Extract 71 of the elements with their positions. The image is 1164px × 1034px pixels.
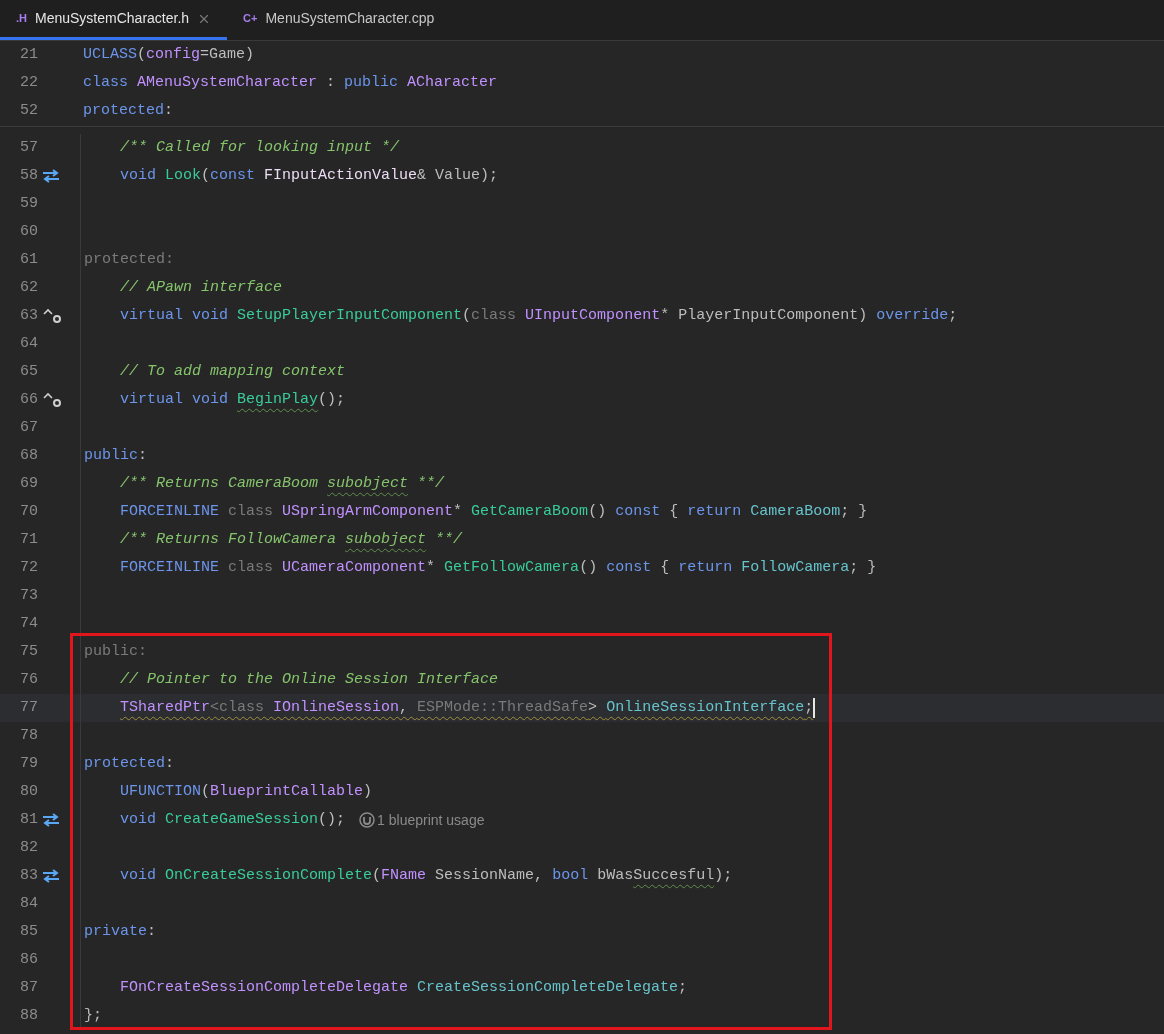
line-number: 73 (19, 585, 38, 606)
override-caret-icon[interactable] (42, 308, 62, 324)
editor-tab[interactable]: C+ MenuSystemCharacter.cpp (227, 0, 451, 40)
line-number: 67 (19, 417, 38, 438)
line-number: 85 (19, 921, 38, 942)
line-number: 88 (19, 1005, 38, 1026)
line-number: 68 (19, 445, 38, 466)
line-number: 64 (19, 333, 38, 354)
line-number: 86 (19, 949, 38, 970)
line-number: 57 (19, 137, 38, 158)
line-number: 76 (19, 669, 38, 690)
usage-hint[interactable]: 1 blueprint usage (377, 809, 485, 831)
code-line: class AMenuSystemCharacter : public ACharacter (83, 72, 498, 93)
line-number: 81 (19, 809, 38, 830)
code-line: FORCEINLINE class UCameraComponent* GetFollowCamera() const { return FollowCamera; } (120, 557, 877, 578)
code-line: // APawn interface (120, 277, 283, 298)
file-type-label: C+ (243, 11, 258, 27)
code-line: protected: (84, 753, 175, 774)
implemented-arrows-icon[interactable] (42, 869, 60, 883)
line-number: 52 (19, 100, 38, 121)
code-line: FORCEINLINE class USpringArmComponent* GetCameraBoom() const { return CameraBoom; } (120, 501, 868, 522)
line-number: 80 (19, 781, 38, 802)
code-line: void CreateGameSession(); (120, 809, 346, 830)
code-line: // Pointer to the Online Session Interface (120, 669, 499, 690)
code-line: UCLASS(config=Game) (83, 44, 255, 65)
code-line: void Look(const FInputActionValue& Value); (120, 165, 499, 186)
line-number: 74 (19, 613, 38, 634)
line-number: 87 (19, 977, 38, 998)
line-number: 59 (19, 193, 38, 214)
code-line: protected: (83, 100, 174, 121)
line-number: 63 (19, 305, 38, 326)
line-number: 83 (19, 865, 38, 886)
code-line: protected: (84, 249, 174, 270)
code-line: /** Returns CameraBoom subobject **/ (120, 473, 445, 494)
line-number: 22 (19, 72, 38, 93)
code-line: UFUNCTION(BlueprintCallable) (120, 781, 373, 802)
line-number: 69 (19, 473, 38, 494)
line-number: 79 (19, 753, 38, 774)
line-number: 78 (19, 725, 38, 746)
implemented-arrows-icon[interactable] (42, 813, 60, 827)
code-line: public: (84, 641, 147, 662)
file-type-label: .H (16, 11, 27, 27)
implemented-arrows-icon[interactable] (42, 169, 60, 183)
line-number: 21 (19, 44, 38, 65)
line-number: 66 (19, 389, 38, 410)
line-number: 70 (19, 501, 38, 522)
unreal-logo-icon (359, 812, 376, 828)
line-number: 84 (19, 893, 38, 914)
code-line: virtual void SetupPlayerInputComponent(class UInputComponent* PlayerInputComponent) override; (120, 305, 958, 326)
line-number: 60 (19, 221, 38, 242)
editor-tab[interactable]: .H MenuSystemCharacter.h (0, 0, 228, 40)
code-line: virtual void BeginPlay(); (120, 389, 346, 410)
code-line: private: (84, 921, 157, 942)
code-line: FOnCreateSessionCompleteDelegate CreateSessionCompleteDelegate; (120, 977, 688, 998)
line-number: 77 (19, 697, 38, 718)
code-line: }; (84, 1005, 102, 1026)
code-line: public: (84, 445, 148, 466)
line-number: 58 (19, 165, 38, 186)
code-line: void OnCreateSessionComplete(FName SessionName, bool bWasSuccesful); (120, 865, 733, 886)
code-line: // To add mapping context (120, 361, 346, 382)
line-number: 65 (19, 361, 38, 382)
code-line: TSharedPtr<class IOnlineSession, ESPMode::ThreadSafe> OnlineSessionInterface; (120, 697, 814, 718)
line-number: 72 (19, 557, 38, 578)
line-number: 75 (19, 641, 38, 662)
code-line: /** Called for looking input */ (120, 137, 400, 158)
line-number: 82 (19, 837, 38, 858)
line-number: 71 (19, 529, 38, 550)
code-line: /** Returns FollowCamera subobject **/ (120, 529, 463, 550)
line-number: 61 (19, 249, 38, 270)
line-number: 62 (19, 277, 38, 298)
override-caret-icon[interactable] (42, 392, 62, 408)
